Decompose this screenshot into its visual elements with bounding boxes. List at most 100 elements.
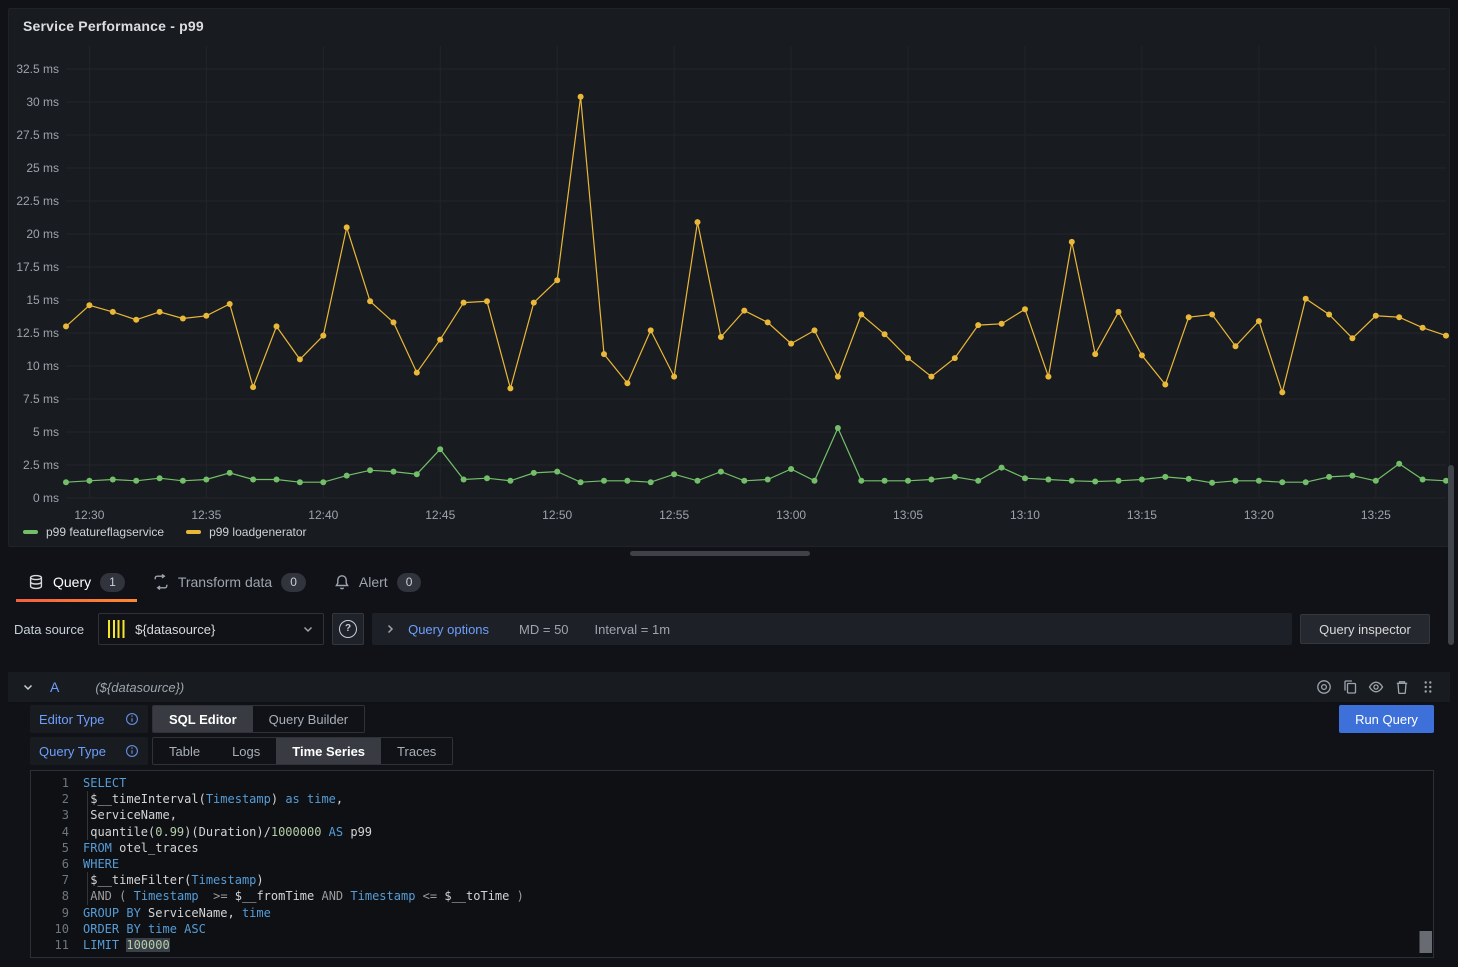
time-series-chart[interactable]: 0 ms2.5 ms5 ms7.5 ms10 ms12.5 ms15 ms17.… [9,9,1449,546]
editor-tabbar: Query 1 Transform data 0 Alert 0 [8,562,1456,602]
query-editor-body: Editor Type SQL Editor Query Builder Run… [8,702,1450,964]
code-line-4: 4 quantile(0.99)(Duration)/1000000 AS p9… [31,824,1433,840]
code-line-8: 8 AND ( Timestamp >= $__fromTime AND Tim… [31,888,1433,904]
hide-response-eye-icon[interactable] [1368,679,1384,695]
svg-text:13:00: 13:00 [776,508,806,522]
editor-type-switch: SQL Editor Query Builder [152,705,365,733]
svg-text:12.5 ms: 12.5 ms [16,326,59,340]
chevron-down-icon [302,623,314,635]
code-line-3: 3 ServiceName, [31,807,1433,823]
question-circle-icon: ? [339,620,357,638]
svg-text:27.5 ms: 27.5 ms [16,128,59,142]
tab-query-count-badge: 1 [100,573,125,592]
svg-text:13:15: 13:15 [1127,508,1157,522]
code-line-6: 6WHERE [31,856,1433,872]
svg-text:12:35: 12:35 [191,508,221,522]
svg-text:13:10: 13:10 [1010,508,1040,522]
query-type-label: Query Type [30,737,148,765]
svg-text:20 ms: 20 ms [26,227,59,241]
code-line-10: 10ORDER BY time ASC [31,921,1433,937]
tab-query[interactable]: Query 1 [14,562,139,602]
horizontal-scrollbar-thumb[interactable] [630,551,810,556]
datasource-help-button[interactable]: ? [332,613,364,645]
bell-icon [334,574,350,590]
tab-transform-data[interactable]: Transform data 0 [139,562,320,602]
svg-text:12:50: 12:50 [542,508,572,522]
svg-text:5 ms: 5 ms [33,425,59,439]
code-line-2: 2 $__timeInterval(Timestamp) as time, [31,791,1433,807]
query-type-time-series[interactable]: Time Series [276,738,381,764]
sql-code-lines: 1SELECT2 $__timeInterval(Timestamp) as t… [31,771,1433,953]
svg-text:12:45: 12:45 [425,508,455,522]
legend-item-featureflagservice[interactable]: p99 featureflagservice [23,525,164,539]
query-type-traces[interactable]: Traces [381,738,452,764]
query-type-logs[interactable]: Logs [216,738,276,764]
svg-text:22.5 ms: 22.5 ms [16,194,59,208]
query-options-link[interactable]: Query options [408,622,489,637]
datasource-value: ${datasource} [135,622,293,637]
tab-query-label: Query [53,574,91,590]
datasource-row: Data source ${datasource} ? Query option… [8,612,1450,646]
info-icon[interactable] [125,744,139,758]
panel-title: Service Performance - p99 [23,18,204,34]
code-line-11: 11LIMIT 100000 [31,937,1433,953]
chevron-right-icon [384,623,396,635]
query-inspector-button[interactable]: Query inspector [1300,614,1430,644]
clickhouse-datasource-icon [108,620,126,638]
editor-type-query-builder[interactable]: Query Builder [253,706,364,732]
page-scrollbar-thumb[interactable] [1448,465,1454,645]
transform-icon [153,574,169,590]
tab-transform-count-badge: 0 [281,573,306,592]
query-type-switch: Table Logs Time Series Traces [152,737,453,765]
datasource-picker[interactable]: ${datasource} [98,613,324,645]
tab-transform-label: Transform data [178,574,272,590]
svg-text:7.5 ms: 7.5 ms [23,392,59,406]
chart-legend: p99 featureflagservice p99 loadgenerator [23,525,307,539]
editor-type-label-text: Editor Type [39,712,105,727]
drag-handle-icon[interactable] [1420,679,1436,695]
sql-code-editor[interactable]: 1SELECT2 $__timeInterval(Timestamp) as t… [30,770,1434,958]
info-icon[interactable] [125,712,139,726]
code-line-9: 9GROUP BY ServiceName, time [31,905,1433,921]
editor-scrollbar-thumb[interactable] [1419,931,1432,953]
run-query-button[interactable]: Run Query [1339,705,1434,733]
svg-text:15 ms: 15 ms [26,293,59,307]
query-options-toggle[interactable]: Query options MD = 50 Interval = 1m [372,613,1292,645]
chart-panel: 0 ms2.5 ms5 ms7.5 ms10 ms12.5 ms15 ms17.… [8,8,1450,547]
svg-text:0 ms: 0 ms [33,491,59,505]
legend-label: p99 loadgenerator [209,525,306,539]
interval-value: Interval = 1m [595,622,671,637]
query-type-table[interactable]: Table [153,738,216,764]
query-datasource-hint: (${datasource}) [95,680,184,695]
database-icon [28,574,44,590]
svg-text:12:40: 12:40 [308,508,338,522]
tab-alert-label: Alert [359,574,388,590]
legend-swatch-green [23,530,38,534]
svg-text:13:20: 13:20 [1244,508,1274,522]
query-ref-id: A [50,679,59,695]
query-type-label-text: Query Type [39,744,106,759]
grafana-panel-editor: 0 ms2.5 ms5 ms7.5 ms10 ms12.5 ms15 ms17.… [0,0,1458,967]
svg-text:12:55: 12:55 [659,508,689,522]
legend-item-loadgenerator[interactable]: p99 loadgenerator [186,525,306,539]
query-row-actions [1316,679,1436,695]
code-line-5: 5FROM otel_traces [31,840,1433,856]
disable-query-icon[interactable] [1316,679,1332,695]
query-row-header[interactable]: A (${datasource}) [8,672,1450,702]
tab-alert-count-badge: 0 [397,573,422,592]
tab-alert[interactable]: Alert 0 [320,562,435,602]
code-line-7: 7 $__timeFilter(Timestamp) [31,872,1433,888]
svg-text:13:05: 13:05 [893,508,923,522]
legend-label: p99 featureflagservice [46,525,164,539]
editor-type-label: Editor Type [30,705,148,733]
remove-query-trash-icon[interactable] [1394,679,1410,695]
duplicate-query-icon[interactable] [1342,679,1358,695]
editor-type-sql-editor[interactable]: SQL Editor [153,706,253,732]
collapse-chevron-icon[interactable] [22,681,34,693]
svg-text:17.5 ms: 17.5 ms [16,260,59,274]
svg-text:13:25: 13:25 [1361,508,1391,522]
code-line-1: 1SELECT [31,775,1433,791]
svg-text:12:30: 12:30 [74,508,104,522]
svg-text:32.5 ms: 32.5 ms [16,62,59,76]
max-data-points-value: MD = 50 [519,622,569,637]
